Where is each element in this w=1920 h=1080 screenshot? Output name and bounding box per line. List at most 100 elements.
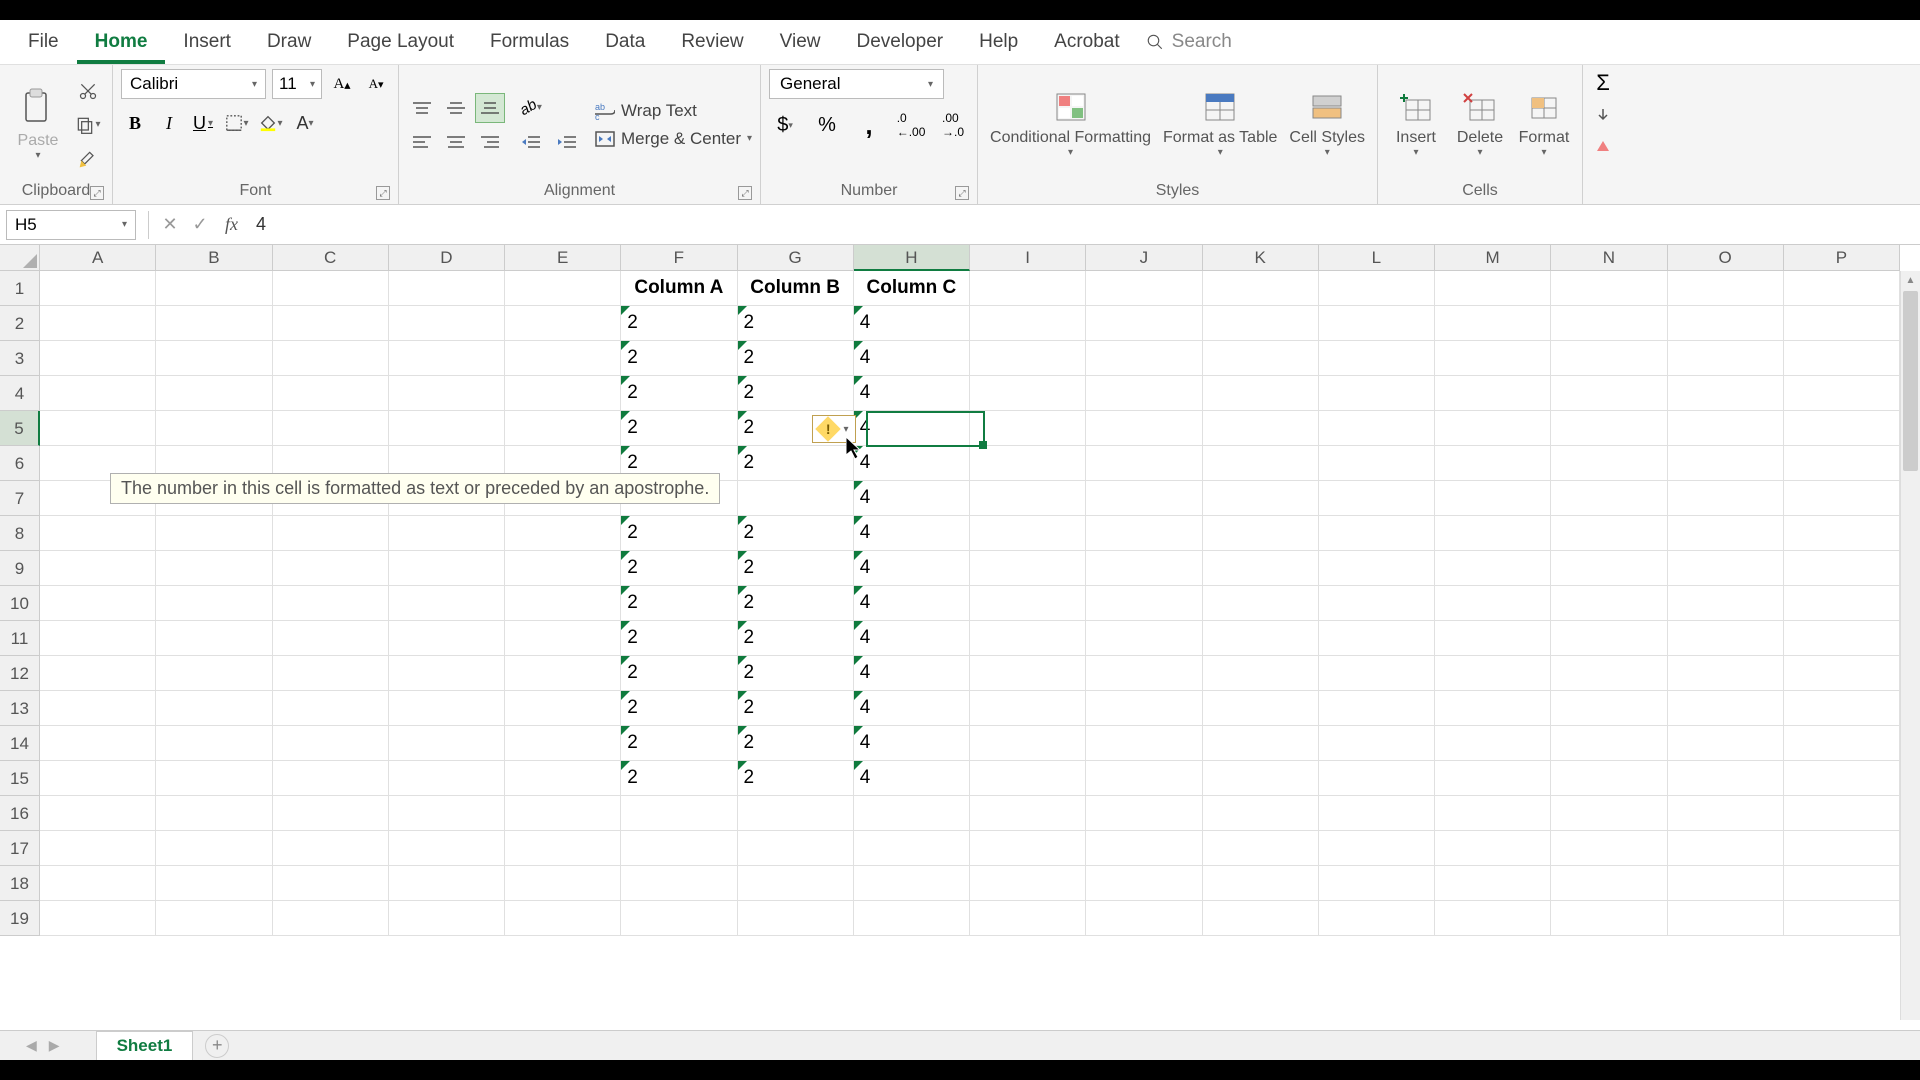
cell-E1[interactable] [505, 271, 621, 306]
cell-A12[interactable] [40, 656, 156, 691]
cell-J16[interactable] [1086, 796, 1202, 831]
cell-I7[interactable] [970, 481, 1086, 516]
row-header-14[interactable]: 14 [0, 726, 40, 761]
col-header-D[interactable]: D [389, 245, 505, 271]
align-right-button[interactable] [475, 127, 505, 157]
cell-O13[interactable] [1668, 691, 1784, 726]
col-header-H[interactable]: H [854, 245, 970, 271]
cell-E15[interactable] [505, 761, 621, 796]
cell-D1[interactable] [389, 271, 505, 306]
cell-D9[interactable] [389, 551, 505, 586]
col-header-E[interactable]: E [505, 245, 621, 271]
cut-button[interactable] [72, 77, 104, 105]
cell-B11[interactable] [156, 621, 272, 656]
cell-K6[interactable] [1203, 446, 1319, 481]
increase-indent-button[interactable] [551, 128, 583, 156]
cell-H10[interactable]: 4 [854, 586, 970, 621]
cell-B13[interactable] [156, 691, 272, 726]
cell-C18[interactable] [273, 866, 389, 901]
cell-D13[interactable] [389, 691, 505, 726]
cell-P8[interactable] [1784, 516, 1900, 551]
cell-K9[interactable] [1203, 551, 1319, 586]
cell-M5[interactable] [1435, 411, 1551, 446]
cell-E2[interactable] [505, 306, 621, 341]
cell-P2[interactable] [1784, 306, 1900, 341]
align-left-button[interactable] [407, 127, 437, 157]
cell-P7[interactable] [1784, 481, 1900, 516]
tab-developer[interactable]: Developer [838, 20, 961, 64]
wrap-text-button[interactable]: abcWrap Text [595, 101, 752, 121]
row-header-9[interactable]: 9 [0, 551, 40, 586]
cell-C4[interactable] [273, 376, 389, 411]
cell-O5[interactable] [1668, 411, 1784, 446]
cell-M7[interactable] [1435, 481, 1551, 516]
italic-button[interactable]: I [155, 109, 183, 137]
cell-A5[interactable] [40, 411, 156, 446]
cell-B17[interactable] [156, 831, 272, 866]
cell-A4[interactable] [40, 376, 156, 411]
cell-I8[interactable] [970, 516, 1086, 551]
cell-N1[interactable] [1551, 271, 1667, 306]
cell-G10[interactable]: 2 [738, 586, 854, 621]
format-cells-button[interactable]: Format▾ [1514, 86, 1574, 163]
cell-J8[interactable] [1086, 516, 1202, 551]
row-header-3[interactable]: 3 [0, 341, 40, 376]
cell-I6[interactable] [970, 446, 1086, 481]
cell-L7[interactable] [1319, 481, 1435, 516]
col-header-C[interactable]: C [273, 245, 389, 271]
cell-D8[interactable] [389, 516, 505, 551]
cell-M2[interactable] [1435, 306, 1551, 341]
cell-N11[interactable] [1551, 621, 1667, 656]
cell-L5[interactable] [1319, 411, 1435, 446]
cell-G15[interactable]: 2 [738, 761, 854, 796]
cell-J2[interactable] [1086, 306, 1202, 341]
cell-E16[interactable] [505, 796, 621, 831]
cell-F13[interactable]: 2 [621, 691, 737, 726]
cell-E17[interactable] [505, 831, 621, 866]
clipboard-launcher[interactable]: ⤢ [90, 186, 104, 200]
delete-cells-button[interactable]: Delete▾ [1450, 86, 1510, 163]
cell-K13[interactable] [1203, 691, 1319, 726]
cell-H2[interactable]: 4 [854, 306, 970, 341]
cell-F8[interactable]: 2 [621, 516, 737, 551]
cell-P4[interactable] [1784, 376, 1900, 411]
cell-I11[interactable] [970, 621, 1086, 656]
cell-G4[interactable]: 2 [738, 376, 854, 411]
cell-C1[interactable] [273, 271, 389, 306]
cell-A11[interactable] [40, 621, 156, 656]
cell-H11[interactable]: 4 [854, 621, 970, 656]
cell-L2[interactable] [1319, 306, 1435, 341]
cell-N18[interactable] [1551, 866, 1667, 901]
cell-M19[interactable] [1435, 901, 1551, 936]
cell-L8[interactable] [1319, 516, 1435, 551]
cell-A3[interactable] [40, 341, 156, 376]
shrink-font-button[interactable]: A▾ [362, 70, 390, 98]
tab-home[interactable]: Home [77, 20, 166, 64]
font-size-select[interactable]: 11▾ [272, 69, 322, 99]
cell-K16[interactable] [1203, 796, 1319, 831]
cell-G18[interactable] [738, 866, 854, 901]
cell-D14[interactable] [389, 726, 505, 761]
cell-L18[interactable] [1319, 866, 1435, 901]
cell-F4[interactable]: 2 [621, 376, 737, 411]
cell-E14[interactable] [505, 726, 621, 761]
cell-F17[interactable] [621, 831, 737, 866]
cell-O9[interactable] [1668, 551, 1784, 586]
cell-P10[interactable] [1784, 586, 1900, 621]
cell-N17[interactable] [1551, 831, 1667, 866]
cell-J17[interactable] [1086, 831, 1202, 866]
cell-O6[interactable] [1668, 446, 1784, 481]
bold-button[interactable]: B [121, 109, 149, 137]
tab-formulas[interactable]: Formulas [472, 20, 587, 64]
decrease-decimal-button[interactable]: .00→.0 [937, 111, 969, 139]
cell-F3[interactable]: 2 [621, 341, 737, 376]
cell-I13[interactable] [970, 691, 1086, 726]
cell-F16[interactable] [621, 796, 737, 831]
cell-D5[interactable] [389, 411, 505, 446]
cell-G13[interactable]: 2 [738, 691, 854, 726]
cancel-formula-button[interactable]: ✕ [155, 211, 185, 239]
row-header-4[interactable]: 4 [0, 376, 40, 411]
cell-F11[interactable]: 2 [621, 621, 737, 656]
cell-M10[interactable] [1435, 586, 1551, 621]
cell-C19[interactable] [273, 901, 389, 936]
